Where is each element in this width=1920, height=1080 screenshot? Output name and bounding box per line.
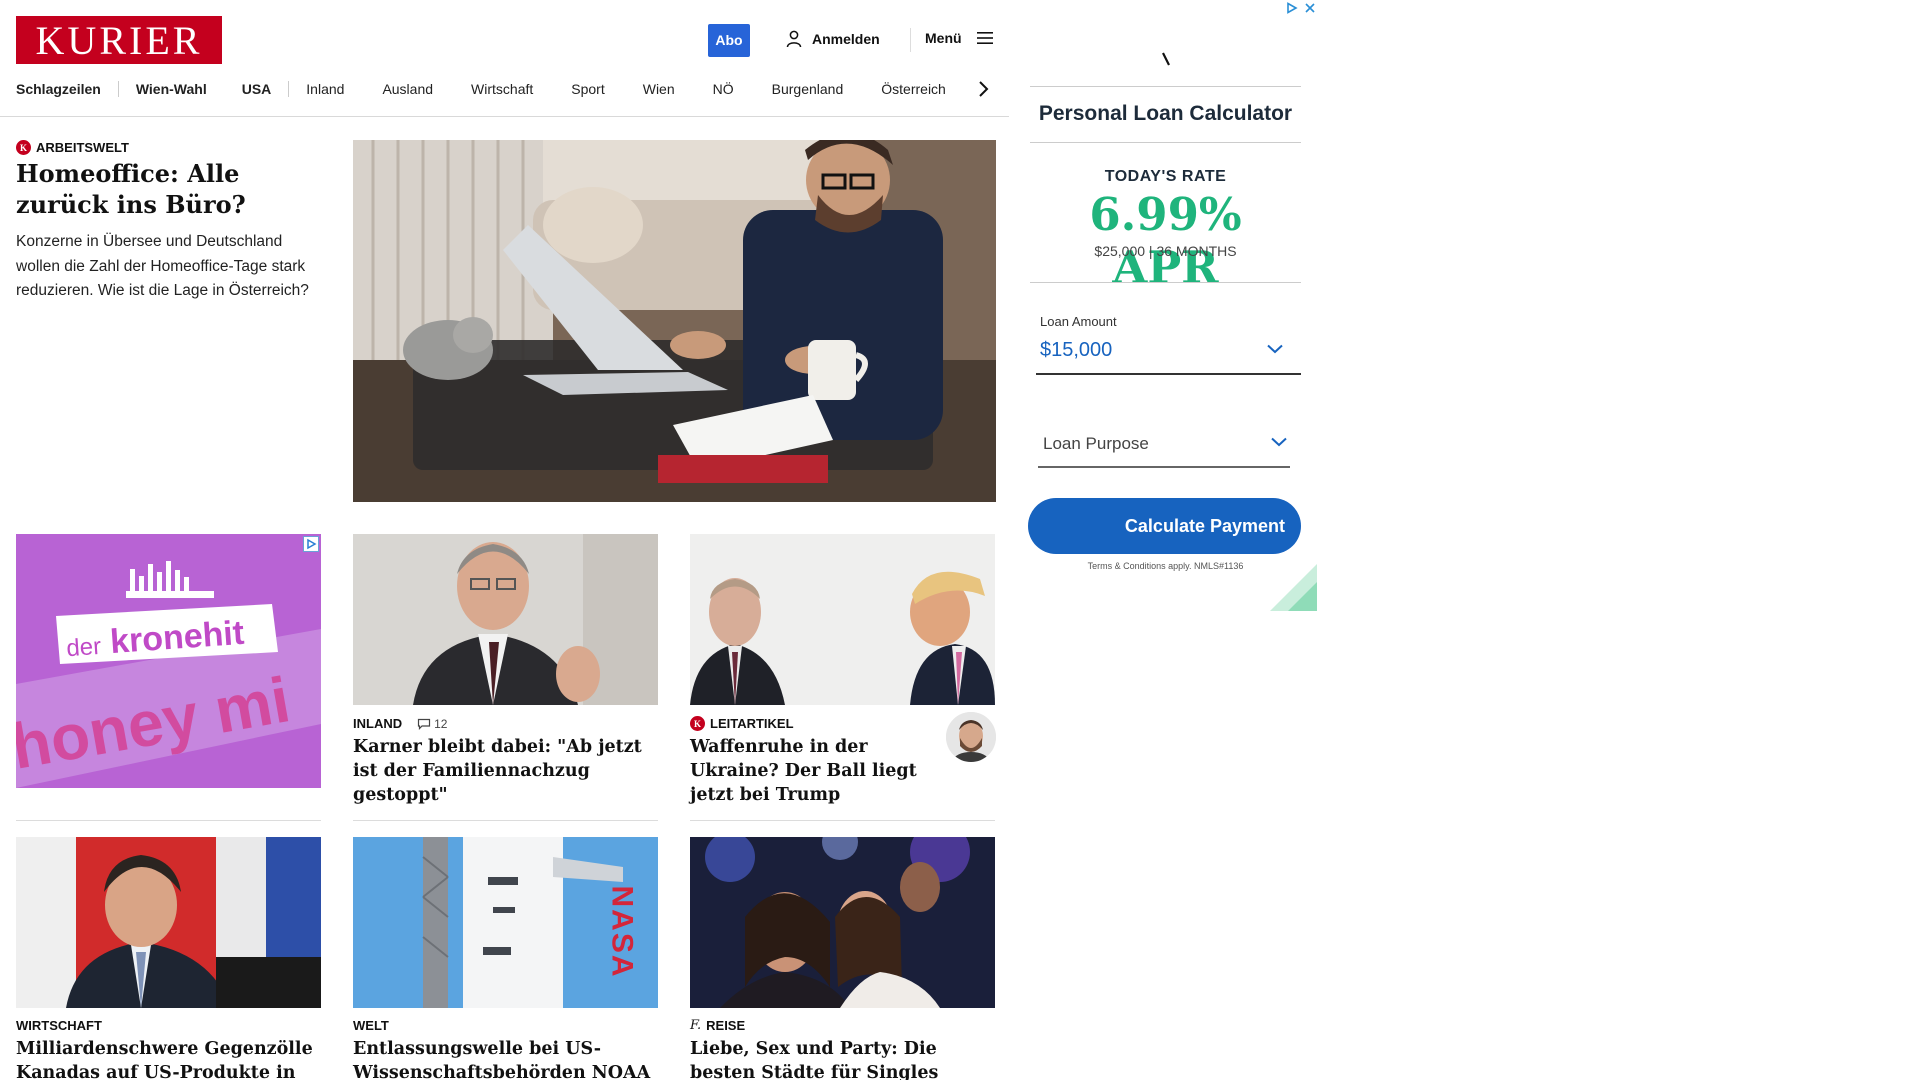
calculate-payment-button[interactable]: Calculate Payment — [1028, 498, 1301, 554]
divider — [353, 820, 658, 821]
adchoices-icon[interactable] — [1286, 2, 1298, 14]
loan-divider — [1030, 142, 1301, 143]
lead-image[interactable] — [353, 140, 996, 502]
kurier-logo[interactable]: KURIER — [16, 16, 222, 64]
card-title[interactable]: Entlassungswelle bei US-Wissenschaftsbeh… — [353, 1037, 658, 1080]
card-reise[interactable]: f. REISE Liebe, Sex und Party: Die beste… — [690, 1018, 995, 1080]
user-icon — [786, 30, 802, 48]
loan-title: Personal Loan Calculator — [1038, 102, 1293, 125]
loan-amount-select[interactable]: $15,000 — [1040, 339, 1112, 362]
close-icon[interactable] — [1304, 2, 1316, 14]
nasa-logo: NASA — [605, 885, 639, 979]
nav-item-ausland[interactable]: Ausland — [382, 81, 433, 97]
lead-kicker: K ARBEITSWELT — [16, 140, 129, 155]
nav-item-oesterreich[interactable]: Österreich — [881, 81, 946, 97]
nav-item-wien[interactable]: Wien — [643, 81, 675, 97]
login-button[interactable]: Anmelden — [786, 30, 880, 48]
lead-title[interactable]: Homeoffice: Alle zurück ins Büro? — [16, 158, 316, 220]
card-title[interactable]: Karner bleibt dabei: "Ab jetzt ist der F… — [353, 735, 658, 807]
card-nasa[interactable]: WELT Entlassungswelle bei US-Wissenschaf… — [353, 1018, 658, 1080]
card-karner[interactable]: INLAND 12 Karner bleibt dabei: "Ab jetzt… — [353, 716, 658, 807]
menu-label: Menü — [925, 30, 962, 46]
comment-count[interactable]: 12 — [417, 717, 447, 731]
rate-label: TODAY'S RATE — [1104, 168, 1227, 185]
card-title[interactable]: Waffenruhe in der Ukraine? Der Ball lieg… — [690, 735, 920, 807]
card-kanada[interactable]: WIRTSCHAFT Milliardenschwere Gegenzölle … — [16, 1018, 321, 1080]
nav-separator — [224, 81, 225, 97]
comment-icon — [418, 718, 431, 730]
freizeit-f-icon: f. — [690, 1018, 702, 1033]
loan-amount-label: Loan Amount — [1040, 314, 1117, 329]
card-kicker: INLAND 12 — [353, 716, 448, 731]
rate-terms: $25,000 | 36 MONTHS — [1094, 243, 1237, 259]
nav-item-wirtschaft[interactable]: Wirtschaft — [471, 81, 533, 97]
nav-item-inland[interactable]: Inland — [306, 81, 344, 97]
hamburger-icon — [976, 32, 993, 44]
lead-teaser[interactable]: Konzerne in Übersee und Deutschland woll… — [16, 230, 322, 304]
nav-item-sport[interactable]: Sport — [571, 81, 604, 97]
header-divider — [910, 28, 911, 52]
card-kicker: WIRTSCHAFT — [16, 1018, 102, 1033]
nav-item-noe[interactable]: NÖ — [713, 81, 734, 97]
menu-button[interactable]: Menü — [925, 30, 994, 46]
nav-item-wien-wahl[interactable]: Wien-Wahl — [136, 81, 207, 97]
loan-amount-underline — [1036, 373, 1301, 375]
loading-icon — [1162, 52, 1170, 66]
divider — [690, 820, 995, 821]
abo-button[interactable]: Abo — [708, 24, 750, 57]
ad-controls — [1286, 2, 1316, 14]
loan-purpose-select[interactable]: Loan Purpose — [1043, 434, 1149, 454]
lead-kicker-label: ARBEITSWELT — [36, 140, 129, 155]
card-kicker: WELT — [353, 1018, 389, 1033]
author-avatar[interactable] — [946, 712, 996, 762]
nav-item-schlagzeilen[interactable]: Schlagzeilen — [16, 81, 101, 97]
card-title[interactable]: Liebe, Sex und Party: Die besten Städte … — [690, 1037, 995, 1080]
adchoices-icon[interactable] — [303, 536, 319, 552]
site-header: KURIER Abo Anmelden Menü Schlagzeilen Wi… — [0, 0, 1009, 117]
loan-divider — [1030, 86, 1301, 87]
card-ukraine[interactable]: K LEITARTIKEL Waffenruhe in der Ukraine?… — [690, 716, 920, 807]
rate-value: 6.99% APR — [1089, 188, 1242, 294]
chevron-down-icon[interactable] — [1266, 344, 1284, 354]
card-kicker: K LEITARTIKEL — [690, 716, 920, 731]
nav-item-usa[interactable]: USA — [242, 81, 272, 97]
nav-separator — [117, 81, 119, 97]
loan-divider — [1030, 282, 1301, 283]
chevron-right-icon[interactable] — [976, 78, 990, 100]
divider — [16, 820, 321, 821]
corner-decoration — [1270, 564, 1317, 611]
card-kicker: f. REISE — [690, 1018, 746, 1033]
chevron-down-icon[interactable] — [1270, 437, 1288, 447]
loan-purpose-underline — [1038, 466, 1290, 468]
card-image-kanada[interactable] — [16, 837, 321, 1008]
nav-item-burgenland[interactable]: Burgenland — [772, 81, 844, 97]
section-nav: Schlagzeilen Wien-Wahl USA Inland Auslan… — [16, 78, 946, 100]
kurier-k-icon: K — [690, 716, 705, 731]
terms-text[interactable]: Terms & Conditions apply. NMLS#1136 — [1030, 561, 1301, 571]
card-image-nasa[interactable]: NASA — [353, 837, 658, 1008]
card-image-karner[interactable] — [353, 534, 658, 705]
nav-separator — [288, 81, 290, 97]
card-title[interactable]: Milliardenschwere Gegenzölle Kanadas auf… — [16, 1037, 321, 1080]
kronehit-ad[interactable]: der kronehit honey mi — [16, 534, 321, 788]
login-label: Anmelden — [812, 31, 880, 47]
kurier-k-icon: K — [16, 140, 31, 155]
card-image-ukraine[interactable] — [690, 534, 995, 705]
card-image-party[interactable] — [690, 837, 995, 1008]
